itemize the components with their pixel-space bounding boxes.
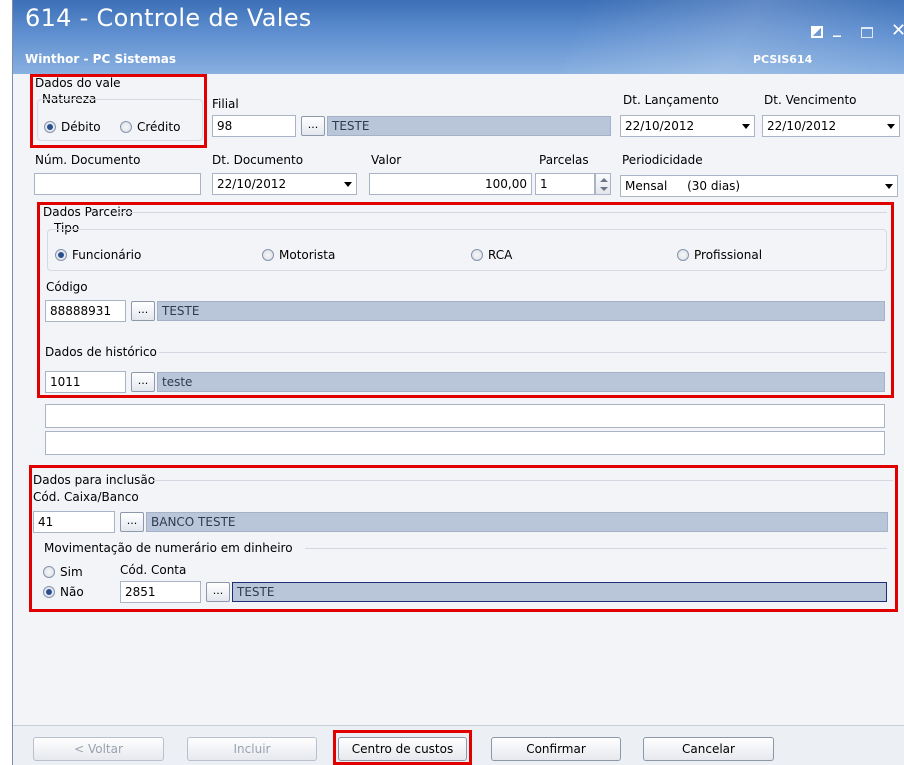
codigo-lookup-button[interactable]: ... [131,301,155,321]
dt-documento-picker[interactable]: 22/10/2012 [212,173,357,195]
num-documento-label: Núm. Documento [35,153,141,167]
radio-dot-icon [44,121,56,133]
dropdown-arrow-icon [885,184,893,189]
incluir-button[interactable]: Incluir [187,737,317,761]
historico-label: Dados de histórico [45,345,157,359]
periodicidade-select[interactable]: Mensal (30 dias) [620,175,898,197]
dropdown-arrow-icon [887,124,895,129]
cancelar-button[interactable]: Cancelar [643,737,774,761]
historico-complement-line-2[interactable] [45,431,885,455]
caixa-banco-input[interactable]: 41 [33,511,115,533]
title-bar[interactable]: 614 - Controle de Vales Winthor - PC Sis… [13,0,904,74]
radio-sim[interactable]: Sim [43,565,83,579]
app-window: 614 - Controle de Vales Winthor - PC Sis… [12,0,904,765]
dados-vale-label: Dados do vale [35,76,121,90]
dt-lancamento-label: Dt. Lançamento [623,93,719,107]
radio-rca[interactable]: RCA [471,248,512,262]
radio-dot-icon [262,249,274,261]
historico-description: teste [157,372,885,392]
radio-dot-icon [55,249,67,261]
stepper-down-icon[interactable] [600,187,608,191]
confirmar-button[interactable]: Confirmar [491,737,621,761]
movimentacao-label: Movimentação de numerário em dinheiro [44,541,293,555]
centro-custos-button[interactable]: Centro de custos [338,737,467,761]
caixa-banco-lookup-button[interactable]: ... [120,512,144,532]
codigo-parceiro-input[interactable]: 88888931 [45,300,126,322]
historico-complement-line-1[interactable] [45,404,885,428]
voltar-button[interactable]: < Voltar [33,737,164,761]
filial-lookup-button[interactable]: ... [301,116,325,136]
historico-input[interactable]: 1011 [45,371,126,393]
radio-funcionario[interactable]: Funcionário [55,248,141,262]
cod-conta-label: Cód. Conta [120,563,187,577]
cod-conta-lookup-button[interactable]: ... [206,582,230,602]
num-documento-input[interactable] [34,173,201,195]
dados-inclusao-label: Dados para inclusão [33,473,156,487]
routine-code: PCSIS614 [753,53,813,66]
historico-lookup-button[interactable]: ... [131,372,155,392]
dt-vencimento-picker[interactable]: 22/10/2012 [762,115,900,137]
caixa-banco-label: Cód. Caixa/Banco [33,490,139,504]
parcelas-stepper[interactable] [595,173,611,195]
window-subtitle: Winthor - PC Sistemas [25,52,176,66]
dt-lancamento-picker[interactable]: 22/10/2012 [620,115,755,137]
radio-dot-icon [120,121,132,133]
parcelas-input[interactable]: 1 [535,173,595,195]
radio-credito[interactable]: Crédito [120,120,180,134]
minimize-icon[interactable]: _ [833,18,841,37]
codigo-label: Código [46,280,88,294]
dropdown-arrow-icon [344,182,352,187]
filial-input[interactable]: 98 [212,115,296,137]
close-icon[interactable]: ✕ [891,20,904,41]
maximize-icon[interactable] [861,27,873,38]
caixa-banco-description: BANCO TESTE [146,512,888,532]
dropdown-arrow-icon [742,124,750,129]
cod-conta-description: TESTE [232,582,887,602]
filial-label: Filial [212,97,239,111]
radio-debito[interactable]: Débito [44,120,101,134]
codigo-parceiro-description: TESTE [157,301,885,321]
radio-profissional[interactable]: Profissional [677,248,762,262]
radio-motorista[interactable]: Motorista [262,248,335,262]
dt-documento-label: Dt. Documento [212,153,304,167]
radio-nao[interactable]: Não [43,585,84,599]
radio-dot-icon [677,249,689,261]
valor-label: Valor [371,153,402,167]
radio-dot-icon [43,566,55,578]
dt-vencimento-label: Dt. Vencimento [764,93,857,107]
valor-input[interactable]: 100,00 [369,173,532,195]
parcelas-label: Parcelas [539,153,589,167]
window-title: 614 - Controle de Vales [25,4,312,32]
periodicidade-label: Periodicidade [622,153,703,167]
radio-dot-icon [43,586,55,598]
cod-conta-input[interactable]: 2851 [120,581,201,603]
restore-icon[interactable] [811,26,823,38]
stepper-up-icon[interactable] [600,178,608,182]
radio-dot-icon [471,249,483,261]
filial-description: TESTE [327,116,611,136]
